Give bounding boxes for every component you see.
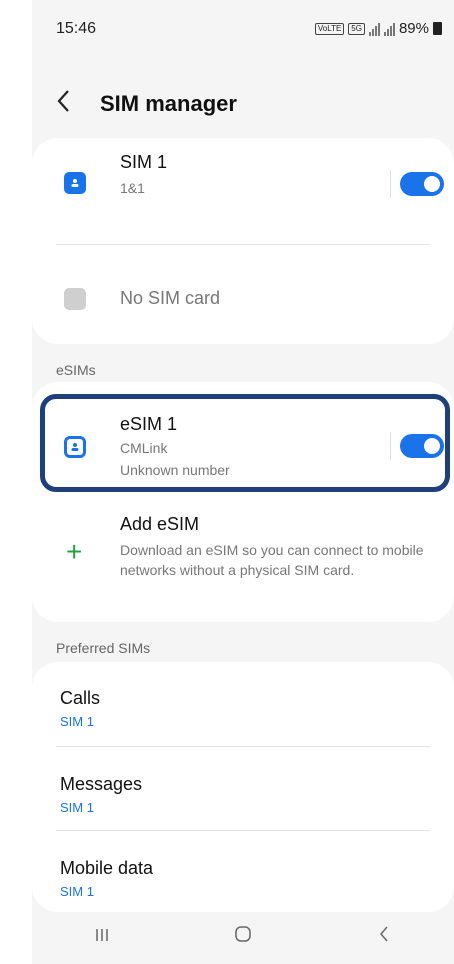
pref-mobile-data-title: Mobile data: [60, 858, 154, 878]
pref-calls-value: SIM 1: [60, 714, 94, 729]
esims-section-label: eSIMs: [56, 362, 96, 378]
sim-2-name: No SIM card: [120, 288, 221, 308]
navigation-bar: [32, 910, 454, 964]
plus-icon: +: [66, 536, 83, 567]
signal-2-icon: [383, 22, 395, 36]
esim-1-number: Unknown number: [120, 462, 230, 478]
status-icons: VoLTE 5G 89%: [314, 20, 442, 37]
phone-screen: 15:46 VoLTE 5G 89% SIM manager SIM 1 1&1: [32, 0, 454, 964]
sim-card-empty-icon: [64, 288, 86, 310]
battery-level: 89%: [398, 20, 429, 37]
add-esim-title: Add eSIM: [120, 514, 200, 534]
preferred-section-label: Preferred SIMs: [56, 640, 151, 656]
recent-apps-icon[interactable]: [82, 926, 122, 949]
pref-messages-row[interactable]: Messages SIM 1: [32, 746, 454, 830]
redacted-number: [120, 204, 270, 228]
esim-1-carrier: CMLink: [120, 440, 168, 456]
add-esim-row[interactable]: + Add eSIM Download an eSIM so you can c…: [32, 506, 454, 616]
pref-calls-title: Calls: [60, 688, 101, 708]
status-time: 15:46: [56, 20, 97, 37]
pref-messages-title: Messages: [60, 774, 143, 794]
signal-icon: [368, 22, 380, 36]
sim-1-row[interactable]: SIM 1 1&1: [32, 138, 454, 244]
esim-1-toggle[interactable]: [400, 434, 444, 458]
esim-icon: [64, 436, 86, 458]
add-esim-description: Download an eSIM so you can connect to m…: [120, 542, 424, 578]
physical-sims-card: SIM 1 1&1 No SIM card: [32, 138, 454, 344]
page-title: SIM manager: [100, 91, 237, 116]
chevron-left-icon[interactable]: [56, 89, 88, 120]
sim-2-row: No SIM card: [32, 244, 454, 344]
5g-icon: 5G: [348, 22, 365, 35]
battery-icon: [433, 22, 442, 35]
esim-1-row[interactable]: eSIM 1 CMLink Unknown number: [32, 402, 454, 496]
pref-mobile-data-value: SIM 1: [60, 884, 94, 899]
status-bar: 15:46 VoLTE 5G 89%: [56, 20, 442, 44]
home-icon[interactable]: [223, 925, 263, 949]
app-header: SIM manager: [56, 84, 454, 124]
sim-1-carrier: 1&1: [120, 180, 145, 196]
esim-1-name: eSIM 1: [120, 414, 178, 434]
pref-calls-row[interactable]: Calls SIM 1: [32, 662, 454, 746]
volte-icon: VoLTE: [314, 22, 345, 35]
sim-card-icon: [64, 172, 86, 194]
pref-messages-value: SIM 1: [60, 800, 94, 815]
pref-mobile-data-row[interactable]: Mobile data SIM 1: [32, 830, 454, 912]
esims-card: eSIM 1 CMLink Unknown number + Add eSIM …: [32, 382, 454, 622]
sim-1-toggle[interactable]: [400, 172, 444, 196]
divider: [390, 170, 391, 198]
divider: [390, 432, 391, 460]
back-icon[interactable]: [364, 925, 404, 949]
sim-1-name: SIM 1: [120, 152, 168, 172]
preferred-sims-card: Calls SIM 1 Messages SIM 1 Mobile data S…: [32, 662, 454, 912]
